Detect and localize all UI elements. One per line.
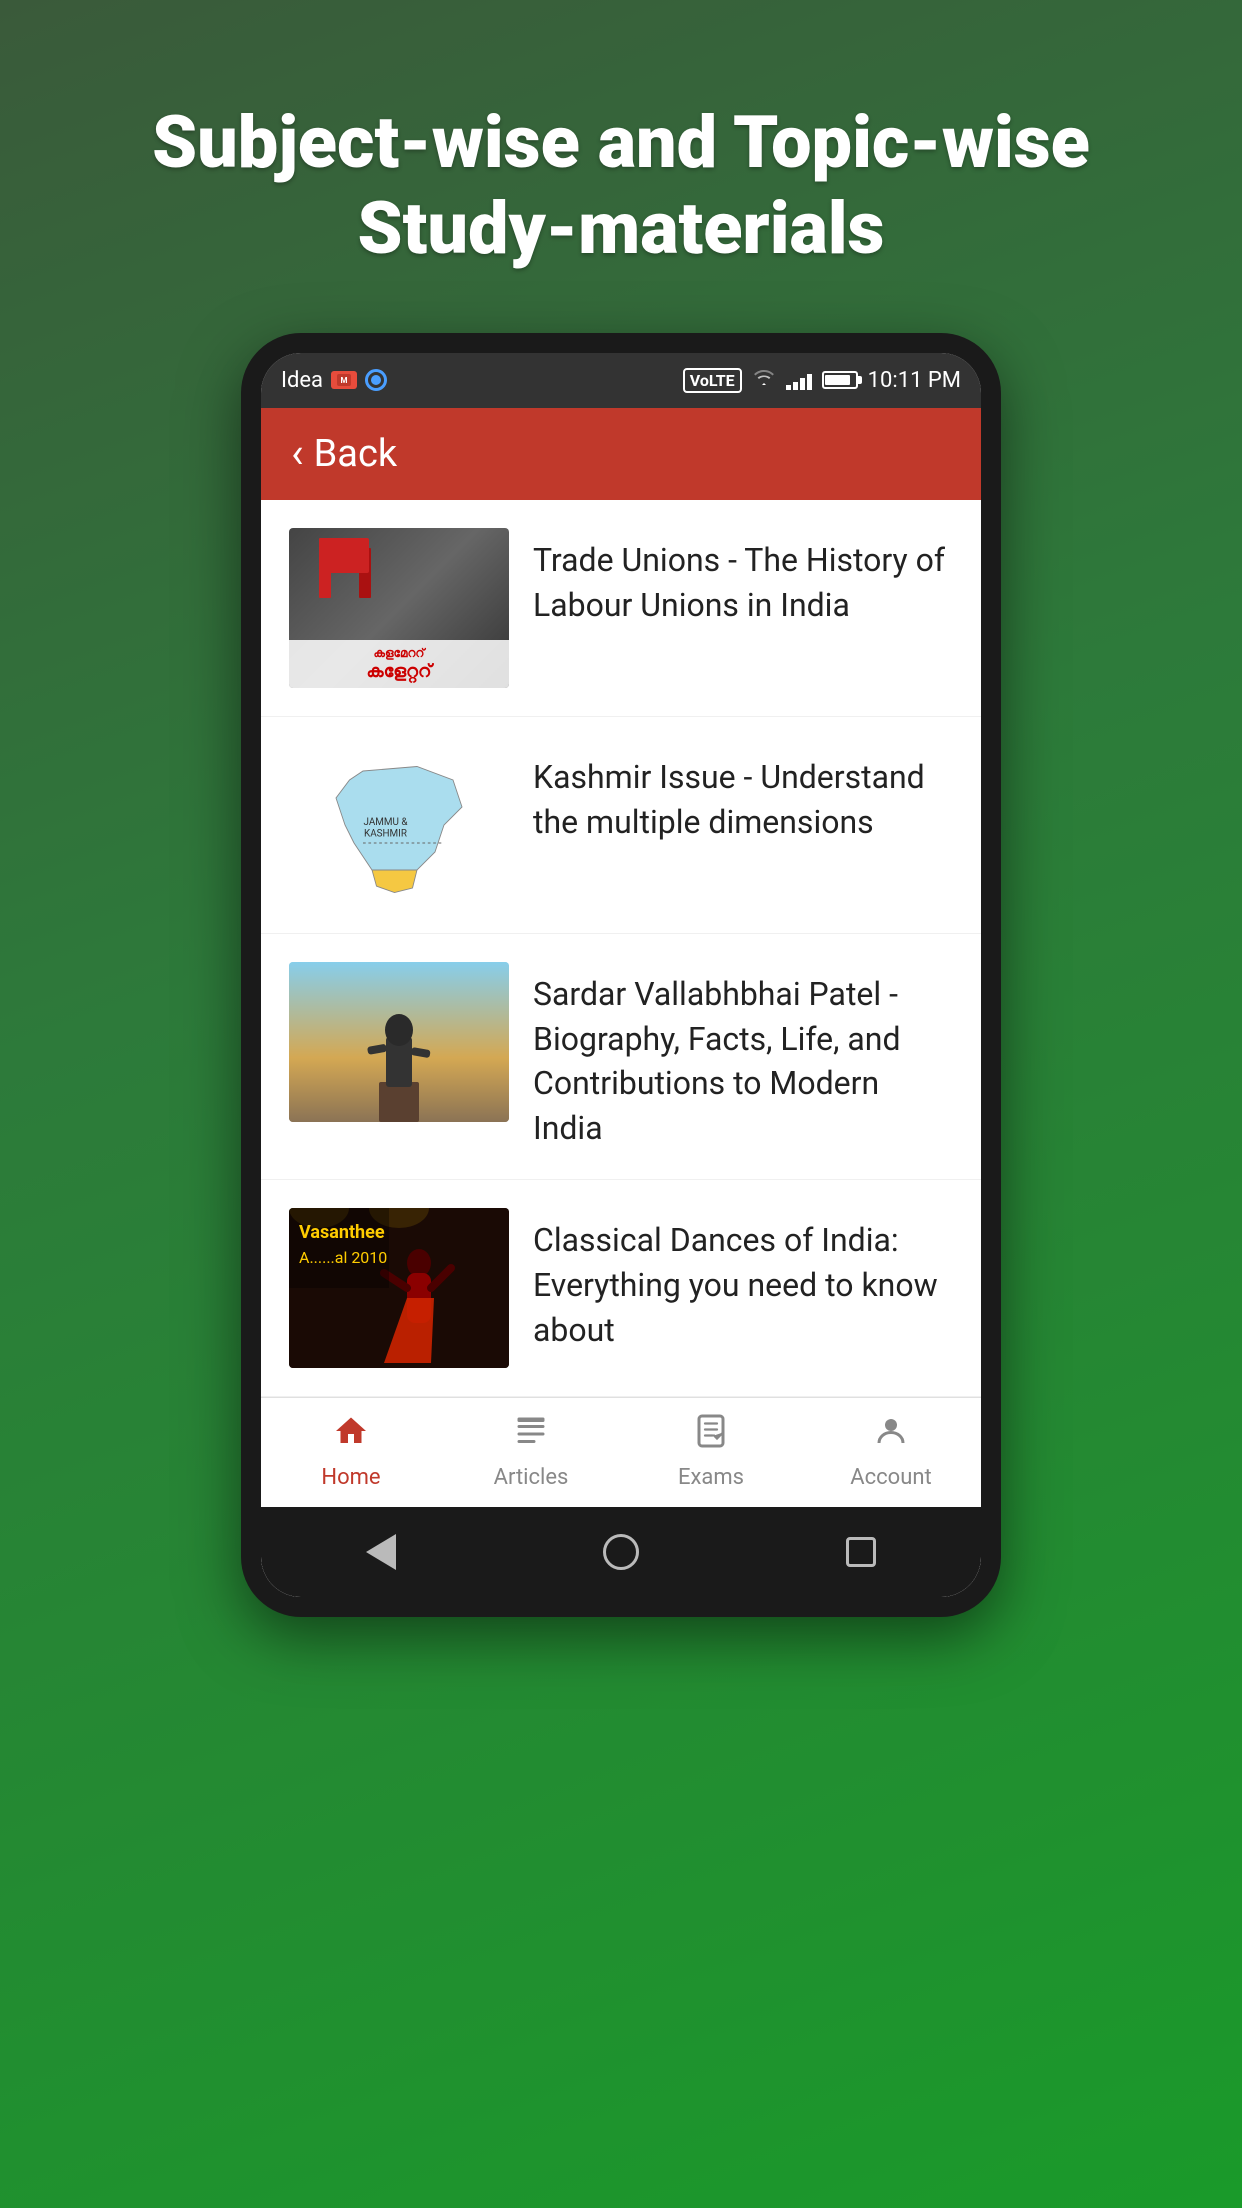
nav-item-account[interactable]: Account bbox=[801, 1413, 981, 1490]
status-bar: Idea M VoLTE bbox=[261, 353, 981, 408]
article-image-dance: Vasanthee A......al 2010 bbox=[289, 1208, 509, 1368]
status-right: VoLTE 10:11 PM bbox=[683, 368, 961, 393]
volte-badge: VoLTE bbox=[683, 368, 742, 393]
article-image-kashmir: JAMMU & KASHMIR bbox=[289, 745, 509, 905]
svg-text:Vasanthee: Vasanthee bbox=[299, 1222, 385, 1243]
home-icon bbox=[333, 1413, 369, 1459]
account-icon bbox=[873, 1413, 909, 1459]
list-item[interactable]: Vasanthee A......al 2010 Classical Dance… bbox=[261, 1180, 981, 1397]
signal-icon bbox=[786, 370, 812, 390]
status-left: Idea M bbox=[281, 368, 387, 393]
bottom-nav: Home Articles bbox=[261, 1397, 981, 1507]
back-system-button[interactable] bbox=[356, 1527, 406, 1577]
article-text-dance: Classical Dances of India: Everything yo… bbox=[533, 1208, 953, 1352]
svg-text:A......al 2010: A......al 2010 bbox=[299, 1248, 387, 1267]
carrier-icon-1: M bbox=[331, 371, 357, 389]
system-nav-bar bbox=[261, 1507, 981, 1597]
list-item[interactable]: കളമേററ് കളേറ്ററ് Trade Unions - The Hist… bbox=[261, 500, 981, 717]
nav-label-account: Account bbox=[850, 1465, 931, 1490]
article-title: Sardar Vallabhbhai Patel - Biography, Fa… bbox=[533, 972, 953, 1151]
svg-text:JAMMU &: JAMMU & bbox=[363, 817, 408, 828]
back-chevron-icon: ‹ bbox=[291, 433, 304, 475]
article-list: കളമേററ് കളേറ്ററ് Trade Unions - The Hist… bbox=[261, 500, 981, 1397]
nav-item-home[interactable]: Home bbox=[261, 1413, 441, 1490]
recents-system-button[interactable] bbox=[836, 1527, 886, 1577]
svg-text:KASHMIR: KASHMIR bbox=[364, 828, 407, 839]
patel-statue-svg bbox=[289, 962, 509, 1122]
nav-label-home: Home bbox=[321, 1465, 380, 1490]
status-time: 10:11 PM bbox=[868, 368, 961, 393]
page-header: Subject-wise and Topic-wise Study-materi… bbox=[0, 0, 1242, 333]
carrier-name: Idea bbox=[281, 368, 323, 393]
article-title: Trade Unions - The History of Labour Uni… bbox=[533, 538, 953, 628]
article-text-patel: Sardar Vallabhbhai Patel - Biography, Fa… bbox=[533, 962, 953, 1151]
phone-device: Idea M VoLTE bbox=[241, 333, 1001, 1617]
home-system-button[interactable] bbox=[596, 1527, 646, 1577]
wifi-icon bbox=[752, 368, 776, 393]
banner-text: കളമേററ് കളേറ്ററ് bbox=[289, 640, 509, 688]
article-image-trade-unions: കളമേററ് കളേറ്ററ് bbox=[289, 528, 509, 688]
article-text-kashmir: Kashmir Issue - Understand the multiple … bbox=[533, 745, 953, 845]
back-button[interactable]: ‹ Back bbox=[291, 432, 397, 476]
app-bar: ‹ Back bbox=[261, 408, 981, 500]
dance-image-svg: Vasanthee A......al 2010 bbox=[289, 1208, 509, 1368]
carrier-icon-2 bbox=[365, 369, 387, 391]
exams-icon bbox=[693, 1413, 729, 1459]
article-title: Classical Dances of India: Everything yo… bbox=[533, 1218, 953, 1352]
kashmir-map-svg: JAMMU & KASHMIR bbox=[300, 753, 498, 897]
back-label: Back bbox=[314, 432, 398, 476]
article-text-trade-unions: Trade Unions - The History of Labour Uni… bbox=[533, 528, 953, 628]
list-item[interactable]: JAMMU & KASHMIR Kashmir Issue - Understa… bbox=[261, 717, 981, 934]
phone-screen: Idea M VoLTE bbox=[261, 353, 981, 1597]
article-image-patel bbox=[289, 962, 509, 1122]
nav-label-exams: Exams bbox=[678, 1465, 744, 1490]
nav-label-articles: Articles bbox=[494, 1465, 569, 1490]
article-title: Kashmir Issue - Understand the multiple … bbox=[533, 755, 953, 845]
svg-text:M: M bbox=[341, 376, 348, 385]
flag-shape bbox=[359, 548, 371, 598]
recents-square-icon bbox=[846, 1537, 876, 1567]
nav-item-articles[interactable]: Articles bbox=[441, 1413, 621, 1490]
page-title: Subject-wise and Topic-wise Study-materi… bbox=[80, 100, 1162, 273]
articles-icon bbox=[513, 1413, 549, 1459]
nav-item-exams[interactable]: Exams bbox=[621, 1413, 801, 1490]
back-triangle-icon bbox=[366, 1534, 396, 1570]
list-item[interactable]: Sardar Vallabhbhai Patel - Biography, Fa… bbox=[261, 934, 981, 1180]
home-circle-icon bbox=[603, 1534, 639, 1570]
battery-icon bbox=[822, 371, 858, 389]
